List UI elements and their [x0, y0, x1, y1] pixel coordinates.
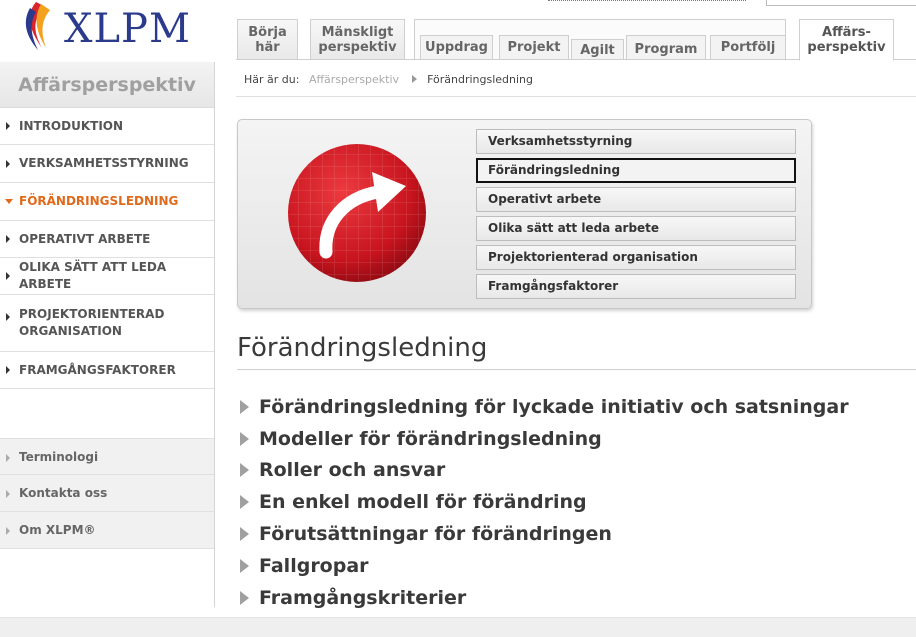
- tab-uppdrag[interactable]: Uppdrag: [420, 35, 493, 59]
- caret-right-icon: [6, 366, 10, 374]
- hero-item-projektorienterad[interactable]: Projektorienterad organisation: [476, 245, 796, 270]
- tab-label: Mänskligt: [321, 25, 394, 40]
- expand-triangle-icon: [240, 558, 249, 573]
- tab-label: Agilt: [580, 43, 615, 58]
- sidebar-item-label: Terminologi: [19, 450, 99, 464]
- sidebar-item-label: Kontakta oss: [19, 486, 108, 500]
- top-input-line: [548, 0, 746, 2]
- breadcrumb-separator-icon: [411, 75, 417, 83]
- hero-item-framgangsfaktorer[interactable]: Framgångsfaktorer: [476, 274, 796, 299]
- sidebar-item-operativt-arbete[interactable]: OPERATIVT ARBETE: [0, 221, 214, 258]
- expand-triangle-icon: [240, 495, 249, 510]
- expand-triangle-icon: [240, 590, 249, 605]
- hero-item-operativt-arbete[interactable]: Operativt arbete: [476, 187, 796, 212]
- sidebar-item-projektorienterad[interactable]: PROJEKTORIENTERAD ORGANISATION: [0, 295, 214, 352]
- sidebar-item-forandringsledning[interactable]: FÖRÄNDRINGSLEDNING: [0, 183, 214, 221]
- title-rule: [237, 369, 916, 370]
- tab-portfolj[interactable]: Portfölj: [710, 35, 786, 59]
- sidebar-item-label: FÖRÄNDRINGSLEDNING: [19, 194, 179, 208]
- section-item[interactable]: Roller och ansvar: [240, 455, 849, 487]
- hero-panel: Verksamhetsstyrning Förändringsledning O…: [237, 119, 812, 309]
- caret-right-icon: [6, 272, 10, 280]
- caret-right-icon: [6, 159, 10, 168]
- xlpm-logo[interactable]: XLPM: [22, 0, 202, 52]
- tab-label: här: [255, 40, 280, 55]
- sidebar-item-om-xlpm[interactable]: Om XLPM®: [0, 512, 214, 549]
- curved-arrow-icon: [288, 144, 426, 282]
- sidebar-item-terminologi[interactable]: Terminologi: [0, 438, 214, 475]
- tab-label: Projekt: [507, 40, 561, 55]
- flame-icon: [25, 2, 50, 50]
- breadcrumb-prefix: Här är du:: [244, 73, 300, 86]
- caret-right-icon: [6, 235, 10, 243]
- tab-label: Portfölj: [720, 40, 776, 55]
- section-item[interactable]: Modeller för förändringsledning: [240, 423, 849, 455]
- tab-label: Affärs-: [822, 25, 871, 40]
- section-title: Förändringsledning för lyckade initiativ…: [259, 395, 849, 418]
- section-title: Förutsättningar för förändringen: [259, 523, 612, 546]
- logo-text: XLPM: [64, 6, 191, 52]
- tab-projekt[interactable]: Projekt: [499, 35, 569, 59]
- tab-label: perspektiv: [807, 40, 886, 55]
- tab-borja-har[interactable]: Börja här: [237, 19, 298, 59]
- sidebar-item-label: FRAMGÅNGSFAKTORER: [19, 362, 176, 377]
- tab-program[interactable]: Program: [626, 35, 706, 59]
- sidebar-title: Affärsperspektiv: [0, 62, 214, 108]
- expand-triangle-icon: [240, 399, 249, 414]
- breadcrumb-link[interactable]: Affärsperspektiv: [309, 73, 399, 86]
- sidebar-item-olika-satt[interactable]: OLIKA SÄTT ATT LEDA ARBETE: [0, 258, 214, 295]
- caret-right-icon: [6, 454, 10, 462]
- sidebar-item-label: OPERATIVT ARBETE: [19, 231, 151, 246]
- breadcrumb-current: Förändringsledning: [427, 73, 533, 86]
- page-title: Förändringsledning: [237, 333, 488, 363]
- tab-label: Program: [634, 42, 698, 57]
- caret-right-icon: [6, 490, 10, 498]
- sidebar-item-label: VERKSAMHETSSTYRNING: [19, 156, 189, 170]
- hero-item-olika-satt[interactable]: Olika sätt att leda arbete: [476, 216, 796, 241]
- sidebar-item-kontakta-oss[interactable]: Kontakta oss: [0, 475, 214, 512]
- section-title: En enkel modell för förändring: [259, 491, 587, 514]
- expand-triangle-icon: [240, 431, 249, 446]
- section-item[interactable]: En enkel modell för förändring: [240, 486, 849, 518]
- tab-label: Uppdrag: [425, 40, 488, 55]
- hero-item-verksamhetsstyrning[interactable]: Verksamhetsstyrning: [476, 129, 796, 154]
- sidebar-item-label: Om XLPM®: [19, 523, 96, 537]
- sidebar-item-label: INTRODUKTION: [19, 118, 124, 133]
- sidebar-item-framgangsfaktorer[interactable]: FRAMGÅNGSFAKTORER: [0, 352, 214, 389]
- tab-label: perspektiv: [318, 40, 397, 55]
- breadcrumb: Här är du: Affärsperspektiv Förändringsl…: [244, 73, 533, 86]
- section-item[interactable]: Fallgropar: [240, 550, 849, 582]
- tab-manskligt-perspektiv[interactable]: Mänskligt perspektiv: [310, 19, 405, 59]
- tab-affarsperspektiv[interactable]: Affärs- perspektiv: [799, 19, 894, 61]
- expand-triangle-icon: [240, 463, 249, 478]
- section-item[interactable]: Förändringsledning för lyckade initiativ…: [240, 391, 849, 423]
- expand-triangle-icon: [240, 527, 249, 542]
- sidebar: Affärsperspektiv INTRODUKTION VERKSAMHET…: [0, 62, 215, 607]
- tab-agilt[interactable]: Agilt: [571, 39, 624, 59]
- sidebar-item-label: PROJEKTORIENTERAD ORGANISATION: [19, 307, 165, 338]
- section-title: Fallgropar: [259, 554, 369, 577]
- sidebar-item-label: OLIKA SÄTT ATT LEDA ARBETE: [19, 260, 167, 291]
- site-header: XLPM Börja här Mänskligt perspektiv Uppd…: [0, 0, 916, 62]
- hero-item-forandringsledning[interactable]: Förändringsledning: [476, 158, 796, 183]
- caret-right-icon: [6, 313, 10, 321]
- sidebar-item-introduktion[interactable]: INTRODUKTION: [0, 108, 214, 145]
- tab-label: Börja: [248, 25, 287, 40]
- section-title: Modeller för förändringsledning: [259, 427, 602, 450]
- sidebar-item-verksamhetsstyrning[interactable]: VERKSAMHETSSTYRNING: [0, 145, 214, 183]
- section-item[interactable]: Förutsättningar för förändringen: [240, 518, 849, 550]
- top-box-edge: [766, 0, 916, 6]
- section-list: Förändringsledning för lyckade initiativ…: [240, 391, 849, 614]
- section-title: Roller och ansvar: [259, 459, 446, 482]
- breadcrumb-rule: [236, 96, 916, 97]
- section-item[interactable]: Framgångskriterier: [240, 582, 849, 614]
- caret-down-icon: [5, 198, 13, 204]
- footer-bar: [0, 617, 916, 637]
- section-title: Framgångskriterier: [259, 586, 467, 609]
- caret-right-icon: [6, 527, 10, 535]
- hero-menu: Verksamhetsstyrning Förändringsledning O…: [476, 129, 796, 303]
- caret-right-icon: [6, 122, 10, 130]
